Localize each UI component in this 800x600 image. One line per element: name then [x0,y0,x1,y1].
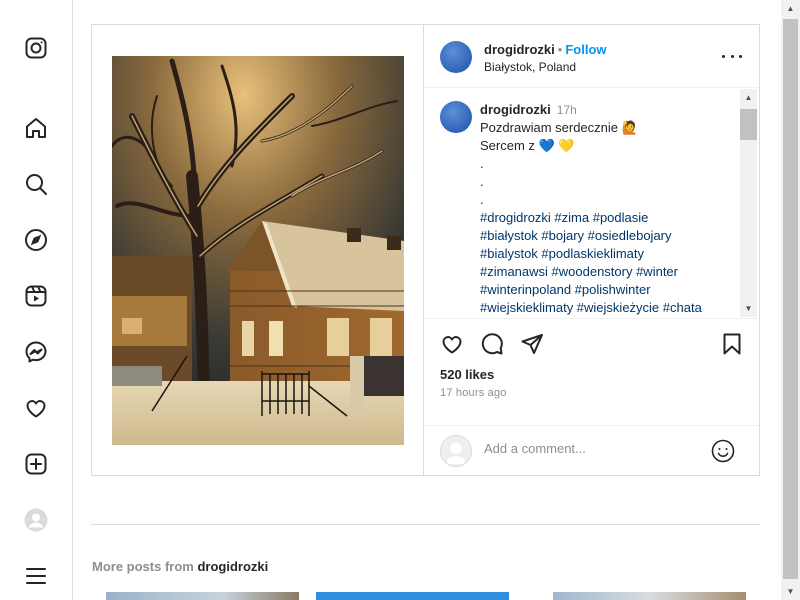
post-media [92,25,424,475]
caption-line: . [480,192,484,207]
follow-button[interactable]: Follow [565,42,606,57]
section-divider [91,524,760,525]
user-avatar [440,435,472,467]
comment-icon[interactable] [480,332,506,358]
search-icon[interactable] [24,172,48,196]
hashtag-line[interactable]: #wiejskieklimaty #wiejskieżycie #chata [480,299,735,317]
separator-dot: • [557,42,563,57]
caption-line: Pozdrawiam serdecznie 🙋 [480,120,638,135]
scroll-down-arrow-icon[interactable]: ▼ [781,583,800,600]
more-posts-prefix: More posts from [92,559,194,574]
home-icon[interactable] [24,116,48,140]
post-time: 17 hours ago [440,387,507,399]
post-thumbnail[interactable] [553,592,746,600]
caption-text: drogidrozki 17h Pozdrawiam serdecznie 🙋 S… [480,101,735,317]
hashtag-line[interactable]: #drogidrozki #zima #podlasie [480,209,735,227]
author-username[interactable]: drogidrozki [484,42,555,57]
more-posts-heading: More posts from drogidrozki [92,559,268,574]
explore-icon[interactable] [24,228,48,252]
scroll-up-arrow-icon[interactable]: ▲ [781,0,800,17]
post-side-panel: drogidrozki • Follow Białystok, Poland dro… [424,25,759,475]
hashtag-line[interactable]: #zimanawsi #woodenstory #winter [480,263,735,281]
caption-line: Sercem z 💙 💛 [480,138,575,153]
hashtag-line[interactable]: #winterinpoland #polishwinter [480,281,735,299]
scroll-up-arrow-icon[interactable]: ▲ [740,89,757,106]
post-thumbnail[interactable] [106,592,299,600]
caption-line: . [480,174,484,189]
like-icon[interactable] [440,332,466,358]
create-icon[interactable] [24,452,48,476]
page-scroll-thumb[interactable] [783,19,798,579]
more-posts-author[interactable]: drogidrozki [197,559,268,574]
post-card: drogidrozki • Follow Białystok, Poland dro… [91,24,760,476]
menu-icon[interactable] [24,564,48,588]
left-sidebar [0,0,73,600]
caption-line: . [480,156,484,171]
share-icon[interactable] [520,332,546,358]
caption-time: 17h [556,103,577,117]
caption-scrollbar[interactable]: ▲ ▼ [740,89,757,317]
heart-icon[interactable] [24,396,48,420]
post-actions: 520 likes 17 hours ago [424,318,759,475]
hashtag-line[interactable]: #bialystok #podlaskieklimaty [480,245,735,263]
hashtag-line[interactable]: #białystok #bojary #osiedlebojary [480,227,735,245]
messenger-icon[interactable] [24,340,48,364]
caption-area: drogidrozki 17h Pozdrawiam serdecznie 🙋 S… [424,89,759,319]
profile-icon[interactable] [24,508,48,532]
post-header: drogidrozki • Follow Białystok, Poland [424,25,759,88]
post-thumbnail[interactable] [316,592,509,600]
instagram-icon[interactable] [24,36,48,60]
author-avatar[interactable] [440,41,472,73]
bookmark-icon[interactable] [720,332,746,358]
post-location[interactable]: Białystok, Poland [484,60,576,74]
page-scrollbar[interactable]: ▲ ▼ [781,0,800,600]
scroll-down-arrow-icon[interactable]: ▼ [740,300,757,317]
emoji-icon[interactable] [711,439,735,463]
comment-bar [424,425,759,475]
author-line: drogidrozki • Follow [484,42,607,57]
comment-input[interactable] [484,441,704,456]
likes-count[interactable]: 520 likes [440,367,494,382]
caption-username[interactable]: drogidrozki [480,102,551,117]
caption-avatar[interactable] [440,101,472,133]
reels-icon[interactable] [24,284,48,308]
more-options-icon[interactable] [722,48,742,64]
scroll-thumb[interactable] [740,109,757,140]
post-photo[interactable] [112,56,404,445]
